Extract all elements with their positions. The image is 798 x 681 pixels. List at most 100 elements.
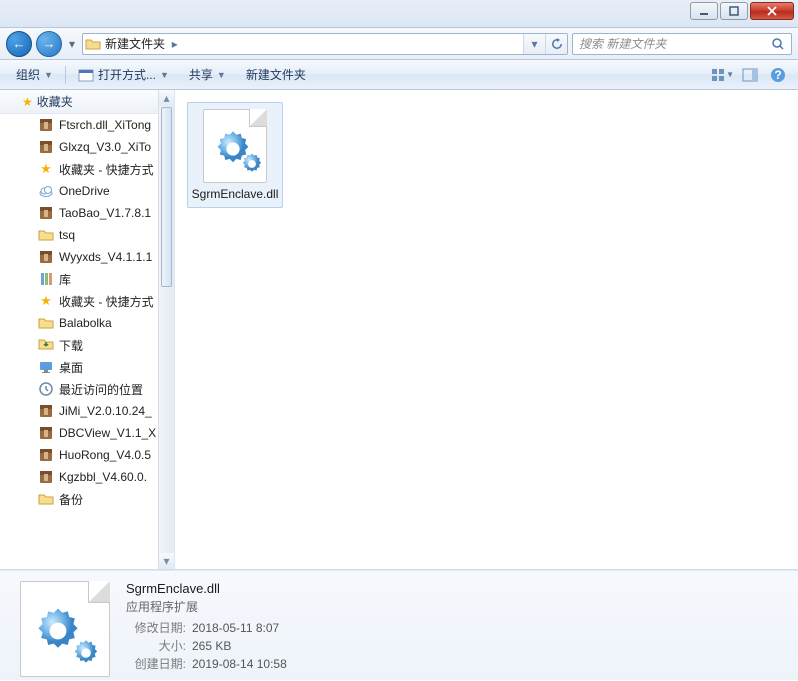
- rar-icon: [38, 425, 54, 441]
- view-options-button[interactable]: ▼: [710, 63, 734, 87]
- close-button[interactable]: [750, 2, 794, 20]
- nav-item-label: tsq: [59, 228, 75, 242]
- nav-item-label: 下载: [59, 337, 83, 354]
- nav-item-12[interactable]: 最近访问的位置: [0, 378, 158, 400]
- nav-item-label: 桌面: [59, 359, 83, 376]
- navbar: ← → ▾ 新建文件夹 ▸ ▾ 搜索 新建文件夹: [0, 28, 798, 60]
- maximize-button[interactable]: [720, 2, 748, 20]
- nav-item-label: Kgzbbl_V4.60.0.: [59, 470, 147, 484]
- nav-item-7[interactable]: 库: [0, 268, 158, 290]
- refresh-button[interactable]: [545, 34, 567, 54]
- minimize-button[interactable]: [690, 2, 718, 20]
- rar-icon: [38, 469, 54, 485]
- help-button[interactable]: ?: [766, 63, 790, 87]
- rar-icon: [38, 403, 54, 419]
- modified-value: 2018-05-11 8:07: [192, 621, 279, 635]
- star-icon: ★: [22, 95, 33, 109]
- nav-item-label: HuoRong_V4.0.5: [59, 448, 151, 462]
- size-value: 265 KB: [192, 639, 231, 653]
- nav-item-5[interactable]: tsq: [0, 224, 158, 246]
- nav-item-label: 收藏夹 - 快捷方式: [59, 161, 154, 178]
- toolbar: 组织▼ 打开方式...▼ 共享▼ 新建文件夹 ▼ ?: [0, 60, 798, 90]
- details-file-type: 应用程序扩展: [126, 598, 287, 615]
- folder-icon: [38, 315, 54, 331]
- nav-item-label: Glxzq_V3.0_XiTo: [59, 140, 151, 154]
- scroll-thumb[interactable]: [161, 107, 172, 287]
- search-box[interactable]: 搜索 新建文件夹: [572, 33, 792, 55]
- nav-item-14[interactable]: DBCView_V1.1_X: [0, 422, 158, 444]
- open-with-button[interactable]: 打开方式...▼: [70, 62, 177, 87]
- search-icon: [765, 37, 791, 51]
- desk-icon: [38, 359, 54, 375]
- nav-forward-button[interactable]: →: [36, 31, 62, 57]
- nav-item-0[interactable]: Ftsrch.dll_XiTong: [0, 114, 158, 136]
- nav-item-label: 最近访问的位置: [59, 381, 143, 398]
- details-pane: SgrmEnclave.dll 应用程序扩展 修改日期: 2018-05-11 8…: [0, 570, 798, 680]
- nav-item-11[interactable]: 桌面: [0, 356, 158, 378]
- created-value: 2019-08-14 10:58: [192, 657, 287, 671]
- nav-item-1[interactable]: Glxzq_V3.0_XiTo: [0, 136, 158, 158]
- window-controls: [688, 2, 794, 20]
- rar-icon: [38, 205, 54, 221]
- search-placeholder: 搜索 新建文件夹: [573, 35, 765, 52]
- nav-item-16[interactable]: Kgzbbl_V4.60.0.: [0, 466, 158, 488]
- share-button[interactable]: 共享▼: [181, 62, 234, 87]
- details-thumbnail: [20, 581, 110, 677]
- nav-item-label: JiMi_V2.0.10.24_: [59, 404, 152, 418]
- nav-item-2[interactable]: ★ 收藏夹 - 快捷方式: [0, 158, 158, 180]
- address-folder: 新建文件夹: [105, 37, 165, 51]
- size-label: 大小:: [126, 637, 186, 655]
- main-area: ★ 收藏夹 Ftsrch.dll_XiTong Glxzq_V3.0_XiTo ★ 收…: [0, 90, 798, 570]
- rar-icon: [38, 249, 54, 265]
- nav-item-6[interactable]: Wyyxds_V4.1.1.1: [0, 246, 158, 268]
- dll-file-icon: [203, 109, 267, 183]
- address-dropdown[interactable]: ▾: [523, 34, 545, 54]
- new-folder-button[interactable]: 新建文件夹: [238, 62, 314, 87]
- nav-item-8[interactable]: ★收藏夹 - 快捷方式: [0, 290, 158, 312]
- recent-icon: [38, 381, 54, 397]
- file-list[interactable]: SgrmEnclave.dll: [175, 90, 798, 569]
- scroll-up-button[interactable]: ▴: [159, 90, 174, 106]
- nav-item-label: 备份: [59, 491, 83, 508]
- address-bar[interactable]: 新建文件夹 ▸ ▾: [82, 33, 568, 55]
- nav-item-17[interactable]: 备份: [0, 488, 158, 510]
- breadcrumb-separator[interactable]: ▸: [172, 37, 178, 51]
- preview-pane-button[interactable]: [738, 63, 762, 87]
- folder-icon: [38, 227, 54, 243]
- nav-item-label: Ftsrch.dll_XiTong: [59, 118, 151, 132]
- nav-item-label: Balabolka: [59, 316, 112, 330]
- titlebar: [0, 0, 798, 28]
- svg-text:?: ?: [774, 68, 781, 82]
- favorites-header[interactable]: ★ 收藏夹: [0, 90, 158, 114]
- star-icon: ★: [38, 161, 54, 177]
- created-label: 创建日期:: [126, 655, 186, 673]
- nav-back-button[interactable]: ←: [6, 31, 32, 57]
- modified-label: 修改日期:: [126, 619, 186, 637]
- nav-item-label: 库: [59, 271, 71, 288]
- nav-item-4[interactable]: TaoBao_V1.7.8.1: [0, 202, 158, 224]
- rar-icon: [38, 139, 54, 155]
- nav-item-3[interactable]: OneDrive: [0, 180, 158, 202]
- nav-item-label: TaoBao_V1.7.8.1: [59, 206, 151, 220]
- nav-item-13[interactable]: JiMi_V2.0.10.24_: [0, 400, 158, 422]
- file-item-selected[interactable]: SgrmEnclave.dll: [187, 102, 283, 208]
- cloud-icon: [38, 183, 54, 199]
- nav-item-label: Wyyxds_V4.1.1.1: [59, 250, 152, 264]
- nav-item-label: DBCView_V1.1_X: [59, 426, 156, 440]
- lib-icon: [38, 271, 54, 287]
- navigation-pane: ★ 收藏夹 Ftsrch.dll_XiTong Glxzq_V3.0_XiTo ★ 收…: [0, 90, 175, 569]
- nav-item-label: 收藏夹 - 快捷方式: [59, 293, 154, 310]
- nav-item-10[interactable]: 下载: [0, 334, 158, 356]
- organize-button[interactable]: 组织▼: [8, 62, 61, 87]
- nav-item-label: OneDrive: [59, 184, 110, 198]
- nav-item-9[interactable]: Balabolka: [0, 312, 158, 334]
- down-icon: [38, 337, 54, 353]
- nav-scrollbar[interactable]: ▴ ▾: [158, 90, 174, 569]
- scroll-down-button[interactable]: ▾: [159, 553, 174, 569]
- rar-icon: [38, 447, 54, 463]
- nav-history-dropdown[interactable]: ▾: [66, 35, 78, 53]
- folder-icon: [83, 37, 103, 51]
- folder-icon: [38, 491, 54, 507]
- details-file-name: SgrmEnclave.dll: [126, 581, 287, 596]
- nav-item-15[interactable]: HuoRong_V4.0.5: [0, 444, 158, 466]
